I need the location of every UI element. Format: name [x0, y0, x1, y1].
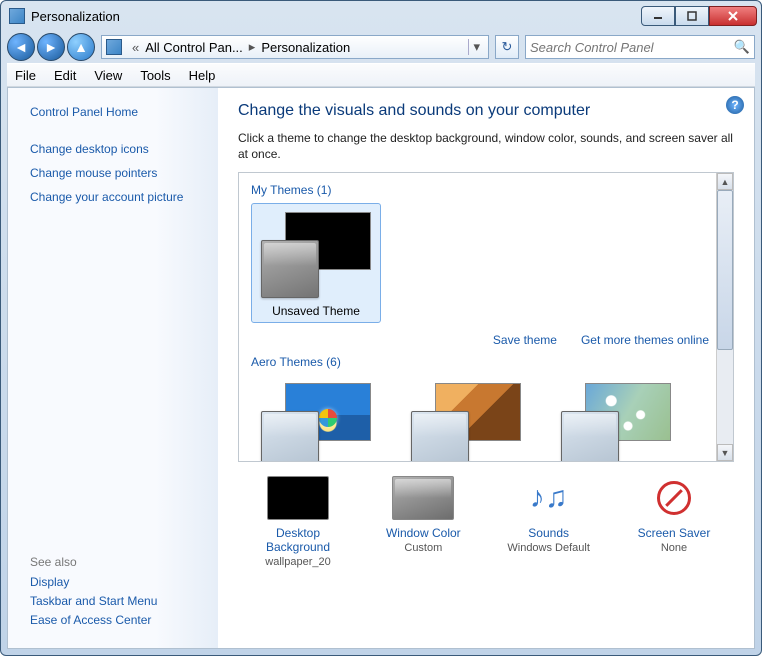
sounds-label: Sounds	[495, 526, 603, 540]
save-theme-link[interactable]: Save theme	[493, 333, 557, 347]
window-color-thumb	[261, 240, 319, 298]
page-title: Change the visuals and sounds on your co…	[238, 102, 734, 120]
aero-themes-header: Aero Themes (6)	[251, 355, 713, 369]
app-icon	[9, 8, 25, 24]
refresh-button[interactable]: ↻	[495, 35, 519, 59]
sounds-item[interactable]: ♪♫ Sounds Windows Default	[495, 476, 603, 568]
window-color-item[interactable]: Window Color Custom	[369, 476, 477, 568]
breadcrumb-dropdown[interactable]: ▾	[468, 39, 484, 55]
breadcrumb-current[interactable]: Personalization	[261, 40, 350, 55]
desktop-background-icon	[267, 476, 329, 520]
scroll-track[interactable]	[717, 190, 733, 444]
menu-tools[interactable]: Tools	[140, 68, 170, 83]
location-icon	[106, 39, 122, 55]
scroll-thumb[interactable]	[717, 190, 733, 350]
window-frame: Personalization ◄ ► ▲ « All Control Pan.…	[0, 0, 762, 656]
menu-help[interactable]: Help	[189, 68, 216, 83]
search-icon[interactable]: 🔍	[734, 39, 750, 55]
screen-saver-label: Screen Saver	[620, 526, 728, 540]
scroll-down-button[interactable]: ▼	[717, 444, 733, 461]
screen-saver-icon	[643, 476, 705, 520]
my-themes-row: Unsaved Theme	[251, 203, 713, 323]
breadcrumb-parent[interactable]: All Control Pan...	[145, 40, 243, 55]
nav-toolbar: ◄ ► ▲ « All Control Pan... ▸ Personaliza…	[1, 31, 761, 63]
control-panel-home-link[interactable]: Control Panel Home	[30, 105, 218, 119]
theme-unsaved[interactable]: Unsaved Theme	[251, 203, 381, 323]
screen-saver-value: None	[620, 542, 728, 554]
sidebar-link-account-picture[interactable]: Change your account picture	[30, 190, 218, 204]
desktop-background-label: Desktop Background	[244, 526, 352, 554]
see-also-section: See also Display Taskbar and Start Menu …	[30, 555, 218, 632]
maximize-button[interactable]	[675, 6, 709, 26]
aero-theme-1[interactable]	[251, 375, 381, 462]
chevron-left-icon[interactable]: «	[126, 40, 145, 55]
back-button[interactable]: ◄	[7, 33, 35, 61]
get-more-themes-link[interactable]: Get more themes online	[581, 333, 709, 347]
see-also-display[interactable]: Display	[30, 575, 218, 589]
main-panel: ? Change the visuals and sounds on your …	[218, 88, 754, 648]
theme-label: Unsaved Theme	[256, 304, 376, 318]
see-also-taskbar[interactable]: Taskbar and Start Menu	[30, 594, 218, 608]
desktop-background-item[interactable]: Desktop Background wallpaper_20	[244, 476, 352, 568]
titlebar[interactable]: Personalization	[1, 1, 761, 31]
window-buttons	[641, 6, 757, 26]
see-also-header: See also	[30, 555, 218, 569]
sidebar-link-desktop-icons[interactable]: Change desktop icons	[30, 142, 218, 156]
aero-theme-2[interactable]	[401, 375, 531, 462]
bottom-row: Desktop Background wallpaper_20 Window C…	[238, 476, 734, 568]
close-button[interactable]	[709, 6, 757, 26]
forward-button[interactable]: ►	[37, 33, 65, 61]
window-color-label: Window Color	[369, 526, 477, 540]
screen-saver-item[interactable]: Screen Saver None	[620, 476, 728, 568]
sidebar-link-mouse-pointers[interactable]: Change mouse pointers	[30, 166, 218, 180]
up-button[interactable]: ▲	[67, 33, 95, 61]
themes-pane: My Themes (1) Unsaved Theme Save theme G…	[238, 172, 734, 462]
menu-file[interactable]: File	[15, 68, 36, 83]
minimize-button[interactable]	[641, 6, 675, 26]
aero-theme-3[interactable]	[551, 375, 681, 462]
search-box[interactable]: 🔍	[525, 35, 755, 59]
content-area: Control Panel Home Change desktop icons …	[7, 87, 755, 649]
theme-thumbnail	[261, 212, 371, 298]
help-icon[interactable]: ?	[726, 96, 744, 114]
theme-links: Save theme Get more themes online	[251, 333, 709, 347]
scroll-up-button[interactable]: ▲	[717, 173, 733, 190]
sounds-icon: ♪♫	[518, 476, 580, 520]
window-title: Personalization	[31, 9, 641, 24]
menu-bar: File Edit View Tools Help	[7, 63, 755, 87]
breadcrumb-bar[interactable]: « All Control Pan... ▸ Personalization ▾	[101, 35, 489, 59]
menu-edit[interactable]: Edit	[54, 68, 76, 83]
window-color-value: Custom	[369, 542, 477, 554]
aero-themes-row	[251, 375, 713, 462]
page-description: Click a theme to change the desktop back…	[238, 130, 734, 162]
sidebar: Control Panel Home Change desktop icons …	[8, 88, 218, 648]
see-also-ease-of-access[interactable]: Ease of Access Center	[30, 613, 218, 627]
menu-view[interactable]: View	[94, 68, 122, 83]
window-color-icon	[392, 476, 454, 520]
desktop-background-value: wallpaper_20	[244, 556, 352, 568]
chevron-right-icon[interactable]: ▸	[243, 39, 262, 55]
scrollbar[interactable]: ▲ ▼	[716, 173, 733, 461]
search-input[interactable]	[530, 40, 734, 55]
my-themes-header: My Themes (1)	[251, 183, 713, 197]
sounds-value: Windows Default	[495, 542, 603, 554]
